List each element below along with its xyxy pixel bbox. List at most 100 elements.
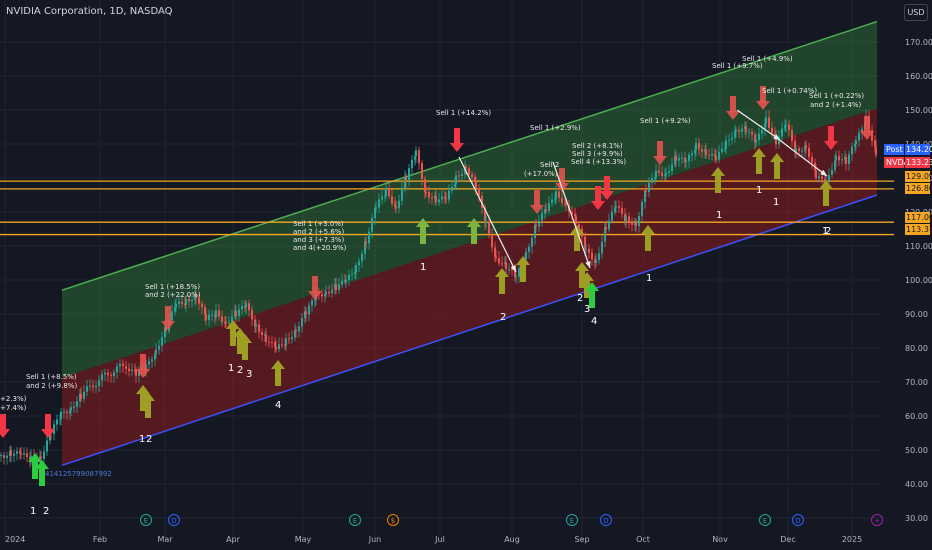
candle-body: [808, 147, 810, 157]
candle-body: [661, 172, 663, 176]
candle-body: [451, 186, 453, 191]
candle-body: [104, 372, 106, 375]
candle-body: [331, 289, 333, 294]
candle-body: [711, 153, 713, 156]
candle-body: [161, 337, 163, 346]
candle-body: [408, 168, 410, 180]
candle-body: [475, 181, 477, 189]
x-tick-label: Oct: [636, 535, 650, 544]
candle-body: [528, 246, 530, 252]
candle-body: [248, 303, 250, 310]
candle-body: [768, 117, 770, 128]
candle-body: [588, 248, 590, 253]
candle-body: [831, 169, 833, 175]
candle-body: [758, 133, 760, 140]
candle-body: [378, 199, 380, 208]
buy-count: 1: [30, 506, 36, 517]
candle-body: [681, 157, 683, 159]
candle-body: [20, 453, 22, 455]
candle-body: [268, 341, 270, 343]
y-tick-label: 90.00: [905, 310, 928, 319]
candle-body: [488, 221, 490, 234]
candle-body: [235, 310, 237, 317]
x-tick-label: Jul: [434, 535, 445, 544]
candle-body: [325, 291, 327, 295]
sell-annotation: Sell 1 (+9.7%): [712, 62, 763, 70]
candle-body: [628, 216, 630, 222]
candle-body: [725, 140, 727, 149]
price-chart[interactable]: +2.3%)+7.4%) Sell 1 (+8.5%)and 2 (+9.8%) S…: [0, 0, 932, 550]
buy-count: 2: [146, 434, 152, 445]
sell-annotation: Sell 2: [540, 161, 559, 169]
candle-body: [311, 300, 313, 306]
candle-body: [0, 455, 2, 457]
buy-count: 1: [139, 434, 145, 445]
candle-body: [391, 196, 393, 204]
price-tag-value: 133.23: [906, 158, 932, 167]
y-tick-label: 70.00: [905, 378, 928, 387]
candle-body: [43, 451, 45, 459]
sell-arrow-shaft: [828, 126, 834, 142]
price-tag-value: 126.80: [906, 184, 932, 193]
candle-body: [171, 311, 173, 321]
event-icon-glyph: $: [391, 517, 395, 525]
candle-body: [428, 191, 430, 198]
candle-body: [845, 157, 847, 164]
candle-body: [3, 455, 5, 458]
sell-annotation: Sell 1 (+4.9%): [742, 55, 793, 63]
candle-body: [46, 440, 48, 452]
y-tick-label: 80.00: [905, 344, 928, 353]
candle-body: [385, 188, 387, 196]
buy-arrow-shaft: [520, 264, 526, 282]
sell-annotation: Sell 4 (+13.3%): [571, 158, 626, 166]
buy-count: 1: [716, 210, 722, 221]
candle-body: [655, 170, 657, 178]
candle-body: [178, 301, 180, 304]
candle-body: [631, 221, 633, 225]
candle-body: [765, 117, 767, 124]
sell-annotation: Sell 1 (+18.5%): [145, 283, 200, 291]
candle-body: [107, 372, 109, 376]
candle-body: [855, 140, 857, 145]
candle-body: [375, 207, 377, 209]
candle-body: [695, 142, 697, 151]
candle-body: [83, 391, 85, 399]
sell-annotation: and 2 (+9.8%): [26, 382, 77, 390]
candle-body: [601, 241, 603, 254]
candle-body: [415, 150, 417, 157]
candle-body: [781, 128, 783, 137]
buy-arrow-shaft: [471, 226, 477, 244]
candle-body: [728, 139, 730, 141]
x-tick-label: May: [295, 535, 312, 544]
candle-body: [618, 206, 620, 208]
sell-annotation: Sell 2 (+8.1%): [572, 142, 623, 150]
buy-count: 2: [500, 312, 506, 323]
candle-body: [595, 259, 597, 263]
sell-arrow-shaft: [730, 96, 736, 112]
candle-body: [89, 385, 91, 387]
buy-count: 1: [773, 197, 779, 208]
x-tick-label: Sep: [574, 535, 589, 544]
candle-body: [518, 268, 520, 277]
candle-body: [491, 233, 493, 248]
candle-body: [26, 453, 28, 457]
candle-body: [241, 305, 243, 310]
sell-arrow-shaft: [0, 414, 6, 430]
indicator-label: 414125799087992: [45, 470, 112, 478]
candle-body: [541, 213, 543, 221]
price-tag-value: 117.00: [906, 213, 932, 222]
candle-body: [498, 257, 500, 264]
candle-body: [688, 155, 690, 161]
candle-body: [621, 207, 623, 215]
candle-body: [785, 124, 787, 126]
x-tick-label: Apr: [226, 535, 241, 544]
candle-body: [858, 132, 860, 141]
candle-body: [788, 124, 790, 131]
y-tick-label: 30.00: [905, 514, 928, 523]
candle-body: [455, 175, 457, 184]
candle-body: [548, 202, 550, 211]
currency-button[interactable]: USD: [904, 4, 928, 21]
candle-body: [558, 191, 560, 198]
price-tag-label: Post: [886, 145, 903, 154]
sell-annotation: Sell 1 (+8.5%): [26, 373, 77, 381]
